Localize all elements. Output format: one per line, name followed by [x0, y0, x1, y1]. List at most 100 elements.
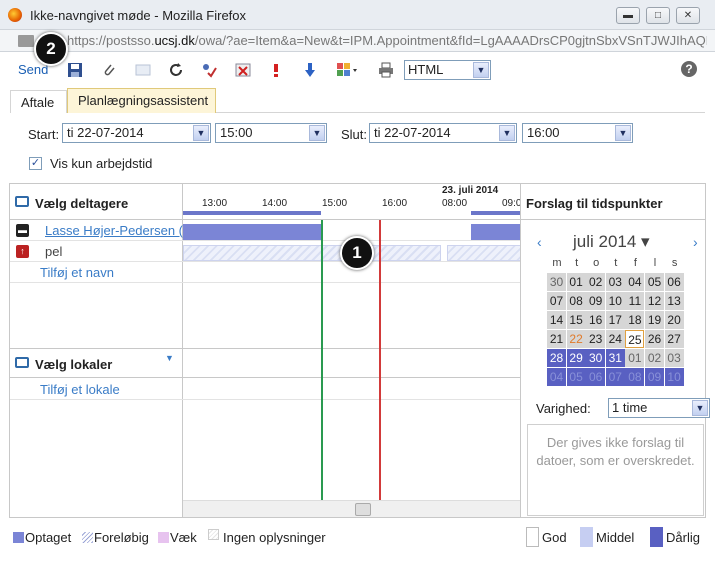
- calendar-day[interactable]: 23: [586, 330, 606, 348]
- insert-image-icon[interactable]: [135, 62, 151, 78]
- next-month-icon[interactable]: ›: [693, 234, 698, 250]
- calendar-day[interactable]: 12: [645, 292, 664, 310]
- window-titlebar: Ikke-navngivet møde - Mozilla Firefox ▬ …: [0, 0, 715, 30]
- calendar-day[interactable]: 28: [547, 349, 566, 367]
- legend-tentative: Foreløbig: [94, 530, 149, 545]
- calendar-month[interactable]: juli 2014 ▾: [573, 232, 650, 252]
- calendar-day[interactable]: 22: [566, 330, 586, 348]
- low-importance-icon[interactable]: [302, 62, 318, 78]
- calendar-day[interactable]: 15: [566, 311, 586, 329]
- save-icon[interactable]: [67, 62, 83, 78]
- cancel-invitation-icon[interactable]: [235, 62, 251, 78]
- calendar-day[interactable]: 19: [645, 311, 664, 329]
- calendar-day[interactable]: 30: [547, 273, 566, 291]
- tab-aftale[interactable]: Aftale: [10, 90, 67, 113]
- duration-select[interactable]: 1 time ▼: [608, 398, 710, 418]
- calendar-day[interactable]: 31: [605, 349, 625, 367]
- calendar-day[interactable]: 25: [625, 330, 645, 348]
- add-attendee-row[interactable]: Tilføj et navn: [10, 263, 183, 283]
- calendar-day[interactable]: 14: [547, 311, 566, 329]
- start-time-select[interactable]: 15:00 ▼: [215, 123, 327, 143]
- calendar-day[interactable]: 26: [645, 330, 664, 348]
- end-time-select[interactable]: 16:00 ▼: [522, 123, 633, 143]
- attendees-header[interactable]: Vælg deltagere: [10, 184, 183, 220]
- calendar-day[interactable]: 07: [547, 292, 566, 310]
- calendar-day[interactable]: 10: [664, 368, 684, 386]
- step-badge-2: 2: [34, 32, 68, 66]
- calendar-day[interactable]: 05: [566, 368, 586, 386]
- add-room-row[interactable]: Tilføj et lokale: [10, 380, 183, 400]
- url-text[interactable]: https://postsso.ucsj.dk/owa/?ae=Item&a=N…: [67, 33, 707, 48]
- calendar-day[interactable]: 03: [664, 349, 684, 367]
- calendar-day[interactable]: 01: [625, 349, 645, 367]
- tab-bar: Aftale Planlægningsassistent: [10, 88, 705, 113]
- calendar-day[interactable]: 02: [645, 349, 664, 367]
- calendar-day[interactable]: 03: [605, 273, 625, 291]
- format-select[interactable]: HTML ▼: [404, 60, 491, 80]
- scrollbar-thumb[interactable]: [355, 503, 371, 516]
- timeline-scrollbar[interactable]: [183, 500, 520, 517]
- calendar-day[interactable]: 24: [605, 330, 625, 348]
- calendar-day[interactable]: 17: [605, 311, 625, 329]
- calendar-day[interactable]: 10: [605, 292, 625, 310]
- chevron-down-icon[interactable]: ▼: [165, 353, 174, 363]
- attach-icon[interactable]: [101, 62, 117, 78]
- calendar-day[interactable]: 04: [625, 273, 645, 291]
- categories-icon[interactable]: [336, 62, 358, 78]
- calendar-day[interactable]: 02: [586, 273, 606, 291]
- duration-value: 1 time: [612, 400, 648, 415]
- url-bar[interactable]: https://postsso.ucsj.dk/owa/?ae=Item&a=N…: [0, 30, 715, 52]
- calendar-day[interactable]: 18: [625, 311, 645, 329]
- refresh-icon[interactable]: [168, 62, 184, 78]
- calendar-day[interactable]: 13: [664, 292, 684, 310]
- url-suffix: /owa/?ae=Item&a=New&t=IPM.Appointment&fI…: [194, 33, 707, 48]
- close-button[interactable]: ✕: [676, 7, 700, 24]
- worktime-checkbox[interactable]: ✓: [29, 157, 42, 170]
- calendar-day[interactable]: 16: [586, 311, 606, 329]
- weekday-label: t: [614, 257, 618, 269]
- prev-month-icon[interactable]: ‹: [537, 234, 542, 250]
- calendar-day[interactable]: 04: [547, 368, 566, 386]
- rooms-timeline-header: [183, 348, 520, 378]
- attendee-name[interactable]: pel: [45, 244, 62, 259]
- end-date-select[interactable]: ti 22-07-2014 ▼: [369, 123, 517, 143]
- calendar-day[interactable]: 09: [645, 368, 664, 386]
- check-names-icon[interactable]: [201, 62, 217, 78]
- calendar-day[interactable]: 30: [586, 349, 606, 367]
- attendee-row[interactable]: ↑ pel: [10, 242, 183, 262]
- meeting-end-line[interactable]: [379, 220, 381, 500]
- calendar-day[interactable]: 01: [566, 273, 586, 291]
- rooms-header-label: Vælg lokaler: [35, 357, 113, 372]
- print-icon[interactable]: [378, 62, 394, 78]
- no-info-block: [447, 245, 520, 261]
- high-importance-icon[interactable]: [268, 62, 284, 78]
- calendar-day[interactable]: 08: [625, 368, 645, 386]
- minimize-button[interactable]: ▬: [616, 7, 640, 24]
- attendee-name[interactable]: Lasse Højer-Pedersen (: [45, 223, 183, 238]
- window-title: Ikke-navngivet møde - Mozilla Firefox: [30, 8, 247, 23]
- calendar-day[interactable]: 05: [645, 273, 664, 291]
- meeting-start-line[interactable]: [321, 220, 323, 500]
- summary-busy-bar: [471, 211, 520, 215]
- calendar-day[interactable]: 07: [605, 368, 625, 386]
- help-icon[interactable]: ?: [681, 61, 697, 77]
- calendar-day[interactable]: 27: [664, 330, 684, 348]
- address-book-icon: [15, 357, 29, 368]
- time-label: 13:00: [202, 198, 228, 209]
- calendar-day[interactable]: 08: [566, 292, 586, 310]
- calendar-day[interactable]: 29: [566, 349, 586, 367]
- add-room-link[interactable]: Tilføj et lokale: [40, 382, 120, 397]
- rooms-header[interactable]: Vælg lokaler ▼: [10, 348, 183, 378]
- calendar-day[interactable]: 06: [664, 273, 684, 291]
- calendar-day[interactable]: 06: [586, 368, 606, 386]
- attendee-row[interactable]: ▬ Lasse Højer-Pedersen (: [10, 221, 183, 241]
- calendar-day[interactable]: 20: [664, 311, 684, 329]
- suggestions-panel: Forslag til tidspunkter ‹ juli 2014 ▾ › …: [521, 184, 710, 517]
- add-name-link[interactable]: Tilføj et navn: [40, 265, 114, 280]
- calendar-day[interactable]: 09: [586, 292, 606, 310]
- start-date-select[interactable]: ti 22-07-2014 ▼: [62, 123, 211, 143]
- maximize-button[interactable]: □: [646, 7, 670, 24]
- calendar-day[interactable]: 11: [625, 292, 645, 310]
- calendar-day[interactable]: 21: [547, 330, 566, 348]
- tab-planlaegningsassistent[interactable]: Planlægningsassistent: [67, 88, 216, 113]
